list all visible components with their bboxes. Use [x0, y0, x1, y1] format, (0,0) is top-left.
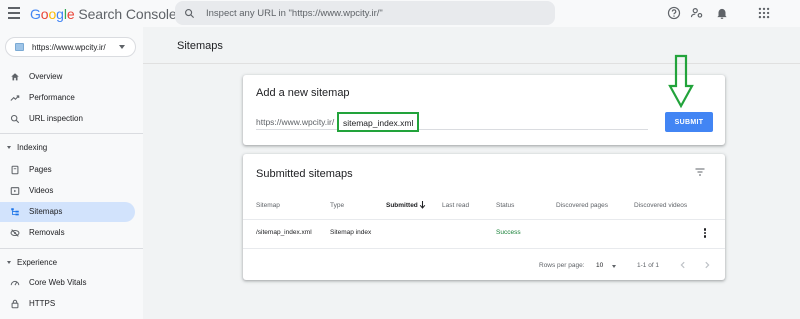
filter-icon[interactable] — [695, 168, 705, 176]
speedometer-icon — [10, 280, 20, 286]
pages-icon — [11, 165, 19, 175]
submitted-sitemaps-card: Submitted sitemaps Sitemap Type Submitte… — [243, 154, 725, 280]
sidebar-item-url-inspection[interactable]: URL inspection — [0, 109, 135, 129]
cell-type: Sitemap index — [330, 229, 372, 236]
header-divider — [143, 63, 800, 64]
sidebar-item-core-web-vitals[interactable]: Core Web Vitals — [0, 273, 135, 293]
cell-status: Success — [496, 229, 521, 236]
collapse-triangle-icon — [7, 261, 11, 264]
row-divider — [243, 248, 725, 249]
row-divider — [243, 219, 725, 220]
sidebar-item-videos[interactable]: Videos — [0, 181, 135, 201]
card-title: Add a new sitemap — [256, 87, 350, 99]
collapse-triangle-icon — [7, 146, 11, 149]
manage-users-icon[interactable] — [690, 6, 704, 20]
add-sitemap-card: Add a new sitemap https://www.wpcity.ir/… — [243, 75, 725, 145]
sidebar-item-https[interactable]: HTTPS — [0, 294, 135, 314]
lock-icon — [11, 299, 19, 309]
search-icon — [185, 8, 195, 18]
bell-icon[interactable] — [715, 6, 729, 20]
chevron-down-icon[interactable] — [612, 265, 616, 268]
column-header-type[interactable]: Type — [330, 202, 344, 209]
section-indexing[interactable]: Indexing — [0, 138, 143, 158]
removals-icon — [10, 229, 20, 237]
column-header-last-read[interactable]: Last read — [442, 202, 469, 209]
column-header-sitemap[interactable]: Sitemap — [256, 202, 280, 209]
property-url: https://www.wpcity.ir/ — [32, 42, 106, 52]
url-prefix: https://www.wpcity.ir/ — [256, 117, 335, 127]
more-vert-icon[interactable] — [703, 228, 707, 238]
column-header-status[interactable]: Status — [496, 202, 514, 209]
sidebar-divider — [0, 133, 143, 134]
sidebar-item-sitemaps[interactable]: Sitemaps — [0, 202, 135, 222]
top-bar: Google Search Console Inspect any URL in… — [0, 0, 800, 27]
product-name: Search Console — [78, 6, 177, 22]
cell-sitemap[interactable]: /sitemap_index.xml — [256, 229, 312, 236]
home-icon — [11, 73, 19, 81]
sidebar-item-removals[interactable]: Removals — [0, 223, 135, 243]
sidebar-item-performance[interactable]: Performance — [0, 88, 135, 108]
page-title: Sitemaps — [177, 40, 223, 52]
rows-per-page-select[interactable]: 10 — [596, 262, 603, 269]
property-favicon-icon — [15, 43, 24, 51]
sitemap-icon — [11, 208, 19, 216]
video-icon — [10, 187, 20, 195]
help-icon[interactable] — [667, 6, 681, 20]
chevron-right-icon[interactable] — [703, 261, 711, 269]
submit-button[interactable]: SUBMIT — [665, 112, 713, 132]
annotation-arrow-icon — [668, 54, 694, 109]
url-inspection-search[interactable]: Inspect any URL in "https://www.wpcity.i… — [175, 1, 555, 25]
chevron-left-icon[interactable] — [679, 261, 687, 269]
sidebar-divider — [0, 248, 143, 249]
rows-per-page-label: Rows per page: — [539, 262, 585, 269]
search-placeholder: Inspect any URL in "https://www.wpcity.i… — [206, 7, 383, 19]
card-title: Submitted sitemaps — [256, 168, 353, 180]
pagination-range: 1-1 of 1 — [637, 262, 660, 269]
column-header-submitted[interactable]: Submitted — [386, 202, 418, 209]
apps-grid-icon[interactable] — [757, 6, 771, 20]
chevron-down-icon — [119, 45, 125, 49]
search-icon — [10, 114, 20, 124]
sort-down-arrow-icon[interactable] — [419, 201, 426, 209]
property-selector[interactable]: https://www.wpcity.ir/ — [5, 37, 136, 57]
trending-up-icon — [10, 95, 20, 101]
sidebar-item-pages[interactable]: Pages — [0, 160, 135, 180]
column-header-discovered-videos[interactable]: Discovered videos — [634, 202, 687, 209]
sidebar: https://www.wpcity.ir/ Overview Performa… — [0, 27, 143, 319]
menu-icon[interactable] — [8, 7, 20, 19]
app-logo[interactable]: Google Search Console — [30, 6, 177, 22]
input-underline — [256, 129, 648, 130]
sidebar-item-overview[interactable]: Overview — [0, 67, 135, 87]
section-experience[interactable]: Experience — [0, 253, 143, 273]
column-header-discovered-pages[interactable]: Discovered pages — [556, 202, 608, 209]
sitemap-url-value: sitemap_index.xml — [343, 118, 414, 128]
sitemap-url-input[interactable]: sitemap_index.xml — [337, 112, 419, 132]
